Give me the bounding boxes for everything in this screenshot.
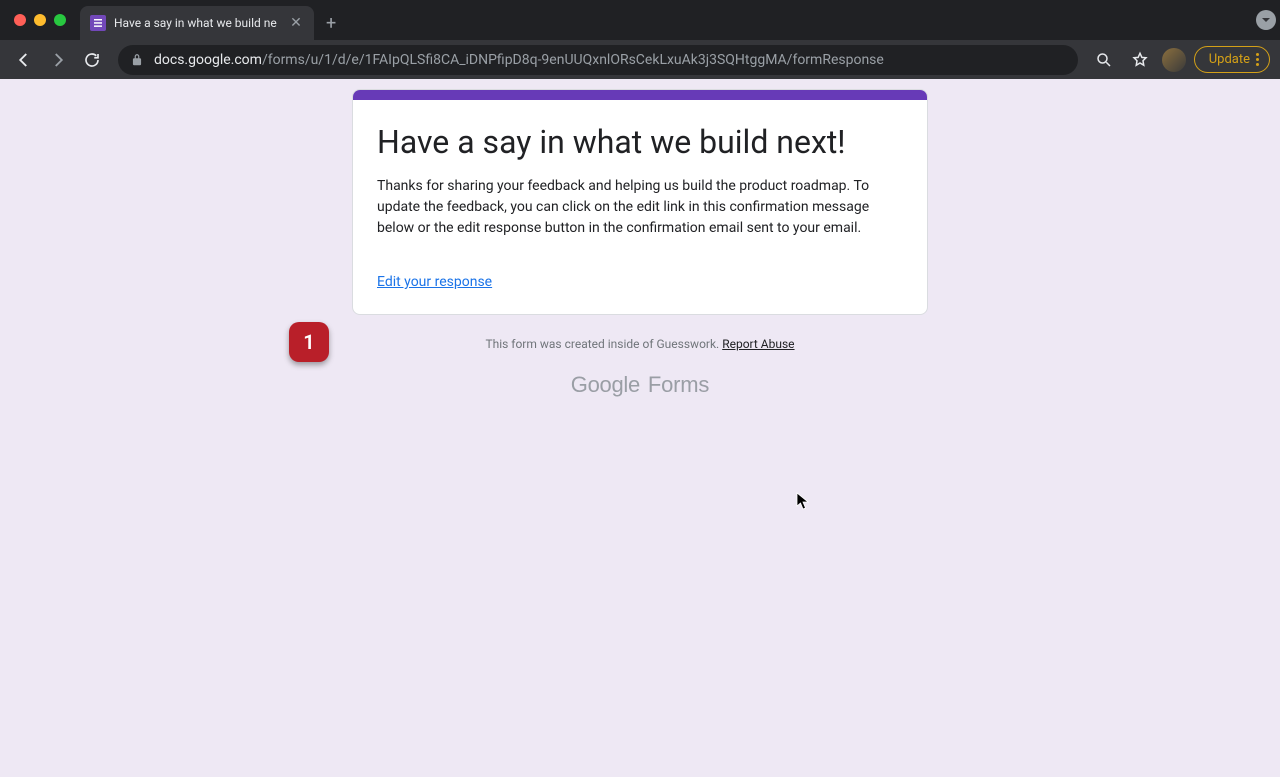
page-viewport: Have a say in what we build next! Thanks… (0, 79, 1280, 777)
annotation-badge-1: 1 (289, 322, 329, 362)
reload-button[interactable] (78, 46, 106, 74)
mouse-cursor-icon (796, 492, 810, 514)
zoom-icon[interactable] (1090, 46, 1118, 74)
url-text: docs.google.com/forms/u/1/d/e/1FAIpQLSfi… (154, 52, 884, 68)
lock-icon (130, 53, 144, 67)
form-title: Have a say in what we build next! (377, 122, 903, 162)
google-forms-logo[interactable]: Google Forms (352, 372, 928, 398)
window-close-button[interactable] (14, 14, 26, 26)
update-label: Update (1209, 52, 1250, 67)
more-dots-icon (1256, 53, 1259, 66)
bookmark-star-icon[interactable] (1126, 46, 1154, 74)
edit-response-link[interactable]: Edit your response (377, 274, 492, 290)
tab-bar: Have a say in what we build ne ✕ + (0, 0, 1280, 40)
tab-close-button[interactable]: ✕ (288, 15, 304, 31)
back-button[interactable] (10, 46, 38, 74)
forms-favicon-icon (90, 15, 106, 31)
update-button[interactable]: Update (1194, 46, 1270, 73)
forward-button[interactable] (44, 46, 72, 74)
new-tab-button[interactable]: + (314, 6, 348, 40)
browser-tab[interactable]: Have a say in what we build ne ✕ (80, 6, 314, 40)
form-footer: This form was created inside of Guesswor… (352, 333, 928, 398)
toolbar-right: Update (1090, 46, 1270, 74)
window-minimize-button[interactable] (34, 14, 46, 26)
profile-avatar[interactable] (1162, 48, 1186, 72)
form-confirmation-card: Have a say in what we build next! Thanks… (352, 89, 928, 315)
tab-search-icon[interactable] (1256, 10, 1276, 30)
browser-toolbar: docs.google.com/forms/u/1/d/e/1FAIpQLSfi… (0, 40, 1280, 79)
tab-title: Have a say in what we build ne (114, 16, 280, 30)
form-description: Thanks for sharing your feedback and hel… (377, 176, 903, 239)
footer-text: This form was created inside of Guesswor… (485, 337, 794, 351)
form-accent-bar (353, 90, 927, 100)
browser-chrome: Have a say in what we build ne ✕ + docs.… (0, 0, 1280, 79)
window-controls (14, 14, 66, 26)
window-maximize-button[interactable] (54, 14, 66, 26)
report-abuse-link[interactable]: Report Abuse (722, 337, 794, 351)
address-bar[interactable]: docs.google.com/forms/u/1/d/e/1FAIpQLSfi… (118, 45, 1078, 75)
form-body: Have a say in what we build next! Thanks… (353, 100, 927, 314)
